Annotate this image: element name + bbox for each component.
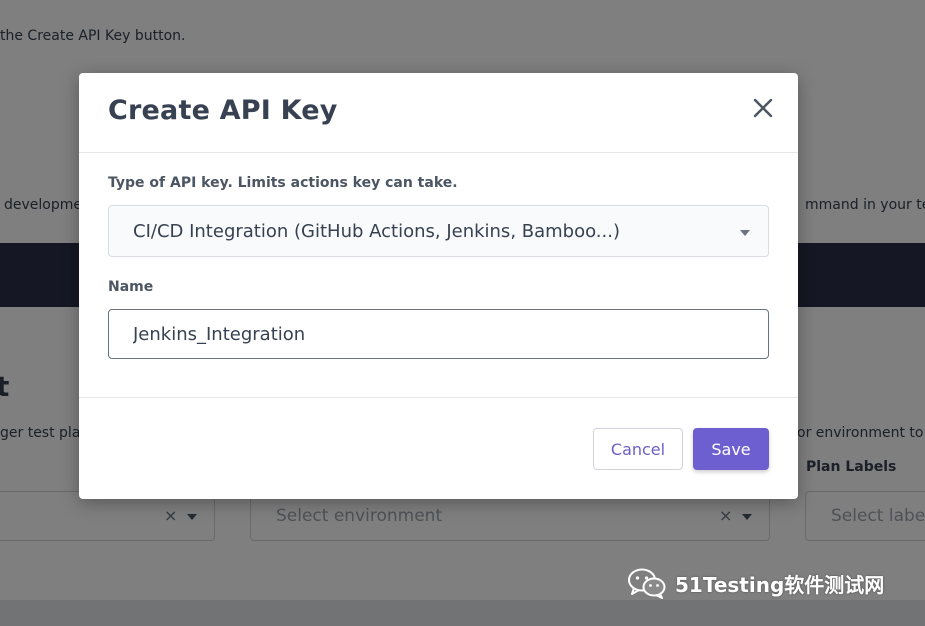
wechat-icon <box>628 568 666 599</box>
name-input[interactable] <box>108 309 769 359</box>
modal-footer-divider <box>79 397 798 398</box>
api-key-type-label: Type of API key. Limits actions key can … <box>108 175 458 191</box>
modal-header: Create API Key <box>79 73 798 153</box>
close-button[interactable] <box>750 95 776 121</box>
watermark: 51Testing软件测试网 <box>627 566 884 600</box>
api-key-type-value: CI/CD Integration (GitHub Actions, Jenki… <box>133 221 620 242</box>
watermark-text: 51Testing软件测试网 <box>675 572 885 597</box>
close-icon <box>753 98 773 118</box>
name-label: Name <box>108 279 154 295</box>
modal-title: Create API Key <box>108 95 338 126</box>
api-key-type-select[interactable]: CI/CD Integration (GitHub Actions, Jenki… <box>108 205 769 257</box>
chevron-down-icon <box>740 230 750 236</box>
cancel-button[interactable]: Cancel <box>593 428 683 470</box>
save-button[interactable]: Save <box>693 428 769 470</box>
create-api-key-modal: Create API Key Type of API key. Limits a… <box>79 73 798 499</box>
